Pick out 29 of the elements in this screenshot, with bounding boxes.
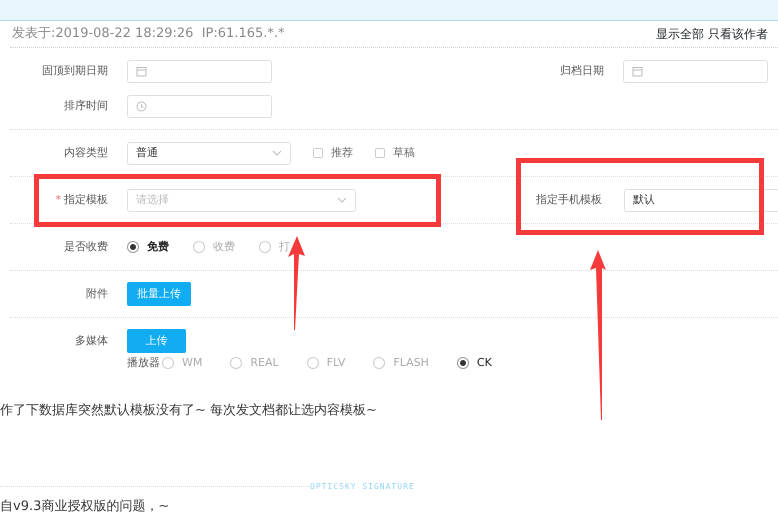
author-filter-link[interactable]: 只看该作者 [708,25,768,43]
select-field[interactable]: 默认 [624,188,778,212]
field-label: * 指定模板 [54,192,108,208]
radio-label: 免费 [147,238,169,255]
player-label: 播放器 [127,354,160,371]
field-label: 内容类型 [63,144,108,161]
checkbox-label: 推荐 [331,144,353,161]
radio-label: 收费 [213,238,235,255]
field-label: 附件 [85,286,108,302]
signature-text: 自v9.3商业授权版的问题，~ [0,498,170,516]
signature-label: OPTICSKY SIGNATURE [310,480,415,492]
radio-label: FLASH [393,354,429,371]
post-meta: 发表于:2019-08-22 18:29:26 IP:61.165.*.* [12,25,285,44]
field-label: 固顶到期日期 [41,62,108,79]
checkbox-label: 草稿 [393,144,415,161]
field-label: 归档日期 [560,62,604,79]
radio-label: WM [182,354,202,371]
field-label: 排序时间 [63,98,108,114]
author-filter-link[interactable]: 显示全部 [656,25,704,43]
field-label: 是否收费 [63,238,108,255]
radio-label: FLV [326,354,346,371]
required-marker: * [56,192,61,206]
field-label: 指定手机模板 [536,192,602,208]
post-text: 作了下数据库突然默认模板没有了~ 每次发文档都让选内容模板~ [0,402,378,420]
radio-label: REAL [250,354,279,371]
radio-label: CK [476,354,492,371]
select-field[interactable]: 普通 [127,142,291,164]
radio-label: 打 [279,238,290,255]
field-label: 多媒体 [74,332,108,349]
